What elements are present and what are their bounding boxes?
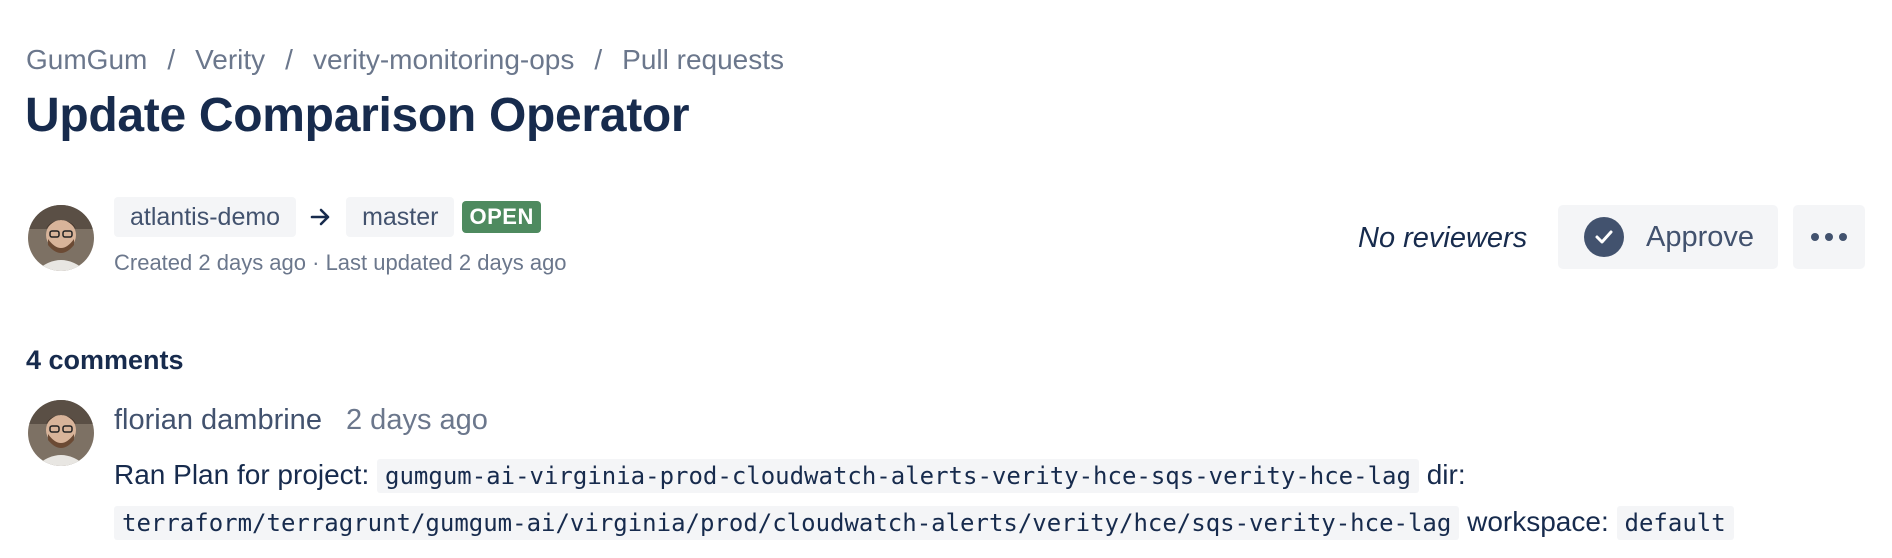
breadcrumb-item-workspace[interactable]: GumGum	[26, 44, 147, 76]
comment-text: Ran Plan for project:	[114, 459, 370, 490]
more-horizontal-icon	[1811, 233, 1847, 241]
branch-row: atlantis-demo master OPEN	[114, 197, 541, 237]
comment-body: Ran Plan for project: gumgum-ai-virginia…	[114, 452, 1874, 546]
breadcrumb-separator: /	[594, 44, 603, 75]
comment-author-avatar[interactable]	[28, 400, 94, 466]
breadcrumb-item-repository[interactable]: verity-monitoring-ops	[313, 44, 574, 76]
project-code: gumgum-ai-virginia-prod-cloudwatch-alert…	[377, 459, 1419, 493]
avatar-image	[28, 205, 94, 271]
target-branch[interactable]: master	[346, 197, 455, 237]
page-title: Update Comparison Operator	[25, 89, 690, 142]
breadcrumb-item-pull-requests[interactable]: Pull requests	[622, 44, 784, 76]
comment-text: workspace:	[1467, 506, 1609, 537]
pr-meta: Created 2 days ago · Last updated 2 days…	[114, 250, 567, 275]
avatar-image	[28, 400, 94, 466]
comment-timestamp[interactable]: 2 days ago	[346, 404, 488, 437]
reviewers-status: No reviewers	[1358, 222, 1528, 254]
comments-heading: 4 comments	[26, 345, 184, 375]
dir-code: terraform/terragrunt/gumgum-ai/virginia/…	[114, 506, 1460, 540]
comment-author[interactable]: florian dambrine	[114, 404, 322, 437]
author-avatar[interactable]	[28, 205, 94, 271]
check-circle-icon	[1584, 217, 1624, 257]
status-badge: OPEN	[462, 201, 541, 233]
comment-text: dir:	[1426, 459, 1466, 490]
arrow-right-icon	[296, 207, 346, 227]
breadcrumb-item-project[interactable]: Verity	[195, 44, 265, 76]
breadcrumb: GumGum / Verity / verity-monitoring-ops …	[26, 44, 784, 76]
workspace-code: default	[1616, 506, 1734, 540]
approve-label: Approve	[1646, 220, 1755, 253]
breadcrumb-separator: /	[167, 44, 176, 75]
source-branch[interactable]: atlantis-demo	[114, 197, 297, 237]
more-actions-button[interactable]	[1793, 205, 1865, 269]
breadcrumb-separator: /	[285, 44, 293, 75]
approve-button[interactable]: Approve	[1558, 205, 1778, 269]
